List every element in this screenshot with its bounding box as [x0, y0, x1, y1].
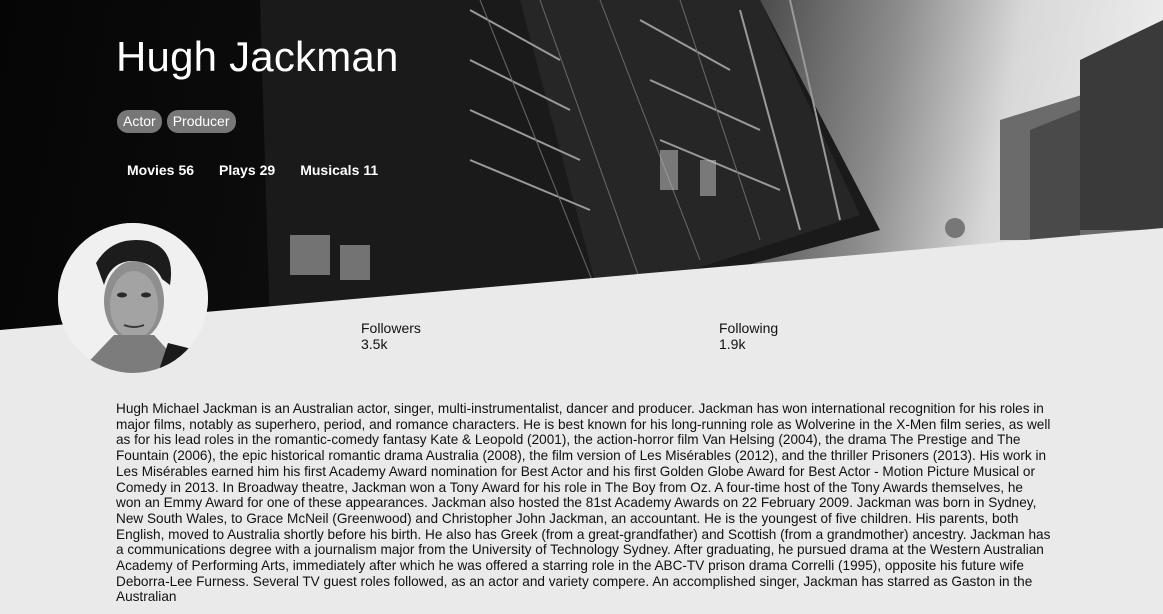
tag-actor[interactable]: Actor [117, 110, 162, 133]
stat-movies[interactable]: Movies 56 [127, 162, 194, 178]
role-tags: Actor Producer [117, 110, 236, 133]
followers-stat[interactable]: Followers 3.5k [361, 320, 421, 352]
avatar[interactable] [58, 223, 208, 373]
profile-page: Hugh Jackman Actor Producer Movies 56 Pla… [0, 0, 1163, 614]
stat-musicals[interactable]: Musicals 11 [300, 162, 378, 178]
profile-name: Hugh Jackman [116, 33, 399, 80]
followers-label: Followers [361, 320, 421, 336]
stat-plays-label: Plays [219, 162, 256, 178]
stat-musicals-label: Musicals [300, 162, 360, 178]
stat-musicals-value: 11 [363, 162, 379, 178]
stat-movies-value: 56 [178, 162, 195, 178]
following-value: 1.9k [719, 336, 746, 352]
stat-movies-label: Movies [127, 162, 175, 178]
tag-producer[interactable]: Producer [166, 110, 236, 133]
following-label: Following [719, 320, 779, 336]
following-stat[interactable]: Following 1.9k [719, 320, 778, 352]
stat-plays[interactable]: Plays 29 [219, 162, 275, 178]
profile-stats: Movies 56 Plays 29 Musicals 11 [127, 162, 378, 178]
avatar-photo [58, 223, 208, 373]
followers-value: 3.5k [361, 336, 388, 352]
profile-bio: Hugh Michael Jackman is an Australian ac… [116, 401, 1051, 605]
stat-plays-value: 29 [259, 162, 276, 178]
